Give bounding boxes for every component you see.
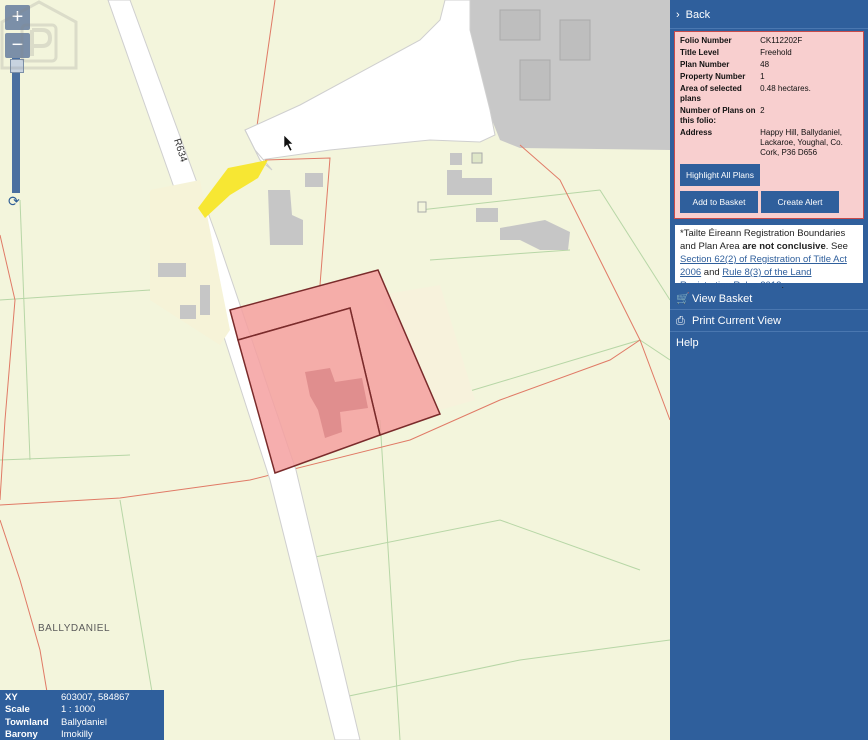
zoom-slider-track[interactable] (12, 58, 20, 193)
highlight-all-plans-button[interactable]: Highlight All Plans (680, 164, 760, 186)
folio-row: Number of Plans on this folio: 2 (680, 106, 765, 125)
chevron-right-icon: › (676, 9, 680, 21)
coord-row-scale: Scale 1 : 1000 (5, 704, 96, 716)
add-to-basket-button[interactable]: Add to Basket (680, 191, 758, 213)
print-icon: ⎙ (676, 315, 685, 327)
create-alert-button[interactable]: Create Alert (761, 191, 839, 213)
folio-row: Address Happy Hill, Ballydaniel, Lackaroe… (680, 128, 843, 157)
back-button[interactable]: › Back (670, 0, 868, 29)
refresh-icon[interactable]: ⟳ (8, 193, 20, 210)
coord-row-barony: Barony Imokilly (5, 728, 93, 740)
cart-icon: 🛒 (676, 293, 690, 305)
folio-row: Folio Number CK112202F (680, 36, 803, 45)
folio-row: Area of selected plans 0.48 hectares. (680, 84, 811, 103)
folio-row: Property Number 1 (680, 72, 765, 81)
watermark-logo (0, 0, 78, 70)
coord-row-townland: Townland Ballydaniel (5, 716, 107, 728)
print-current-view-menu-item[interactable]: ⎙ Print Current View (670, 310, 868, 332)
highlight-yellow (198, 160, 268, 218)
coord-row-xy: XY 603007, 584867 (5, 692, 130, 703)
coordinate-readout: XY 603007, 584867 Scale 1 : 1000 Townland B… (0, 690, 164, 740)
boundary-notice: *Tailte Éireann Registration Boundaries … (674, 224, 864, 291)
map-canvas[interactable]: + − ⟳ R634 BALLYDANIEL XY 603007, 584867 … (0, 0, 670, 740)
sidebar: › Back Folio Number CK112202F Title Level F… (670, 0, 868, 740)
view-basket-menu-item[interactable]: 🛒 View Basket (670, 288, 868, 310)
folio-row: Plan Number 48 (680, 60, 770, 69)
townland-label: BALLYDANIEL (38, 623, 111, 634)
folio-row: Title Level Freehold (680, 48, 792, 57)
help-menu-item[interactable]: Help (670, 332, 868, 354)
